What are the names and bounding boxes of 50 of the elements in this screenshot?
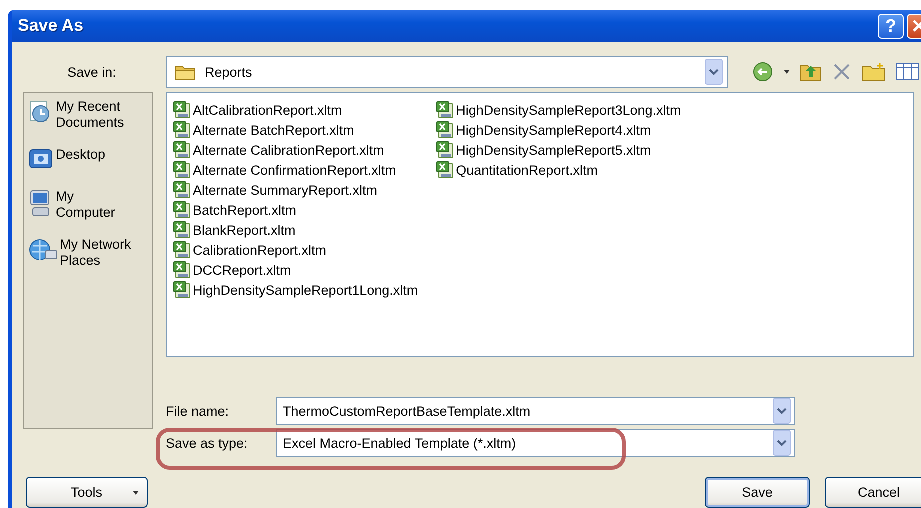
file-item[interactable]: Alternate BatchReport.xltm bbox=[173, 120, 418, 140]
save-as-type-dropdown[interactable]: Excel Macro-Enabled Template (*.xltm) bbox=[276, 429, 795, 457]
file-item[interactable]: BatchReport.xltm bbox=[173, 200, 418, 220]
network-globe-icon bbox=[28, 237, 58, 263]
spreadsheet-template-icon bbox=[173, 161, 191, 179]
place-item[interactable]: My Computer bbox=[28, 189, 148, 221]
save-as-type-label: Save as type: bbox=[166, 436, 249, 450]
window-title: Save As bbox=[18, 16, 84, 36]
file-item[interactable]: HighDensitySampleReport1Long.xltm bbox=[173, 280, 418, 300]
file-name-field[interactable]: ThermoCustomReportBaseTemplate.xltm bbox=[276, 397, 795, 425]
file-name-label: File name: bbox=[166, 404, 230, 418]
delete-icon bbox=[832, 62, 852, 82]
help-button[interactable]: ? bbox=[878, 14, 904, 38]
spreadsheet-template-icon bbox=[436, 101, 454, 119]
file-item[interactable]: HighDensitySampleReport4.xltm bbox=[436, 120, 682, 140]
spreadsheet-template-icon bbox=[173, 241, 191, 259]
spreadsheet-template-icon bbox=[436, 121, 454, 139]
place-item[interactable]: My Recent Documents bbox=[28, 99, 148, 131]
spreadsheet-template-icon bbox=[173, 121, 191, 139]
close-icon bbox=[912, 20, 921, 32]
caret-icon bbox=[784, 70, 790, 74]
file-item[interactable]: Alternate SummaryReport.xltm bbox=[173, 180, 418, 200]
tools-button[interactable]: Tools bbox=[26, 477, 148, 508]
spreadsheet-template-icon bbox=[436, 161, 454, 179]
spreadsheet-template-icon bbox=[173, 101, 191, 119]
file-item[interactable]: CalibrationReport.xltm bbox=[173, 240, 418, 260]
spreadsheet-template-icon bbox=[173, 281, 191, 299]
views-icon bbox=[896, 62, 920, 82]
cancel-button[interactable]: Cancel bbox=[825, 477, 921, 508]
file-item[interactable]: Alternate CalibrationReport.xltm bbox=[173, 140, 418, 160]
file-item[interactable]: HighDensitySampleReport3Long.xltm bbox=[436, 100, 682, 120]
file-item[interactable]: HighDensitySampleReport5.xltm bbox=[436, 140, 682, 160]
spreadsheet-template-icon bbox=[173, 221, 191, 239]
new-folder-icon bbox=[862, 62, 886, 82]
save-button[interactable]: Save bbox=[705, 477, 810, 508]
save-in-dropdown[interactable]: Reports bbox=[166, 56, 728, 88]
spreadsheet-template-icon bbox=[436, 141, 454, 159]
caret-icon bbox=[133, 490, 139, 494]
spreadsheet-template-icon bbox=[173, 261, 191, 279]
spreadsheet-template-icon bbox=[173, 181, 191, 199]
file-item[interactable]: AltCalibrationReport.xltm bbox=[173, 100, 418, 120]
place-item[interactable]: My Network Places bbox=[28, 237, 148, 269]
file-item[interactable]: DCCReport.xltm bbox=[173, 260, 418, 280]
file-item[interactable]: Alternate ConfirmationReport.xltm bbox=[173, 160, 418, 180]
file-item[interactable]: BlankReport.xltm bbox=[173, 220, 418, 240]
save-in-label: Save in: bbox=[66, 64, 116, 80]
file-item[interactable]: QuantitationReport.xltm bbox=[436, 160, 682, 180]
spreadsheet-template-icon bbox=[173, 141, 191, 159]
place-item[interactable]: Desktop bbox=[28, 147, 148, 173]
spreadsheet-template-icon bbox=[173, 201, 191, 219]
